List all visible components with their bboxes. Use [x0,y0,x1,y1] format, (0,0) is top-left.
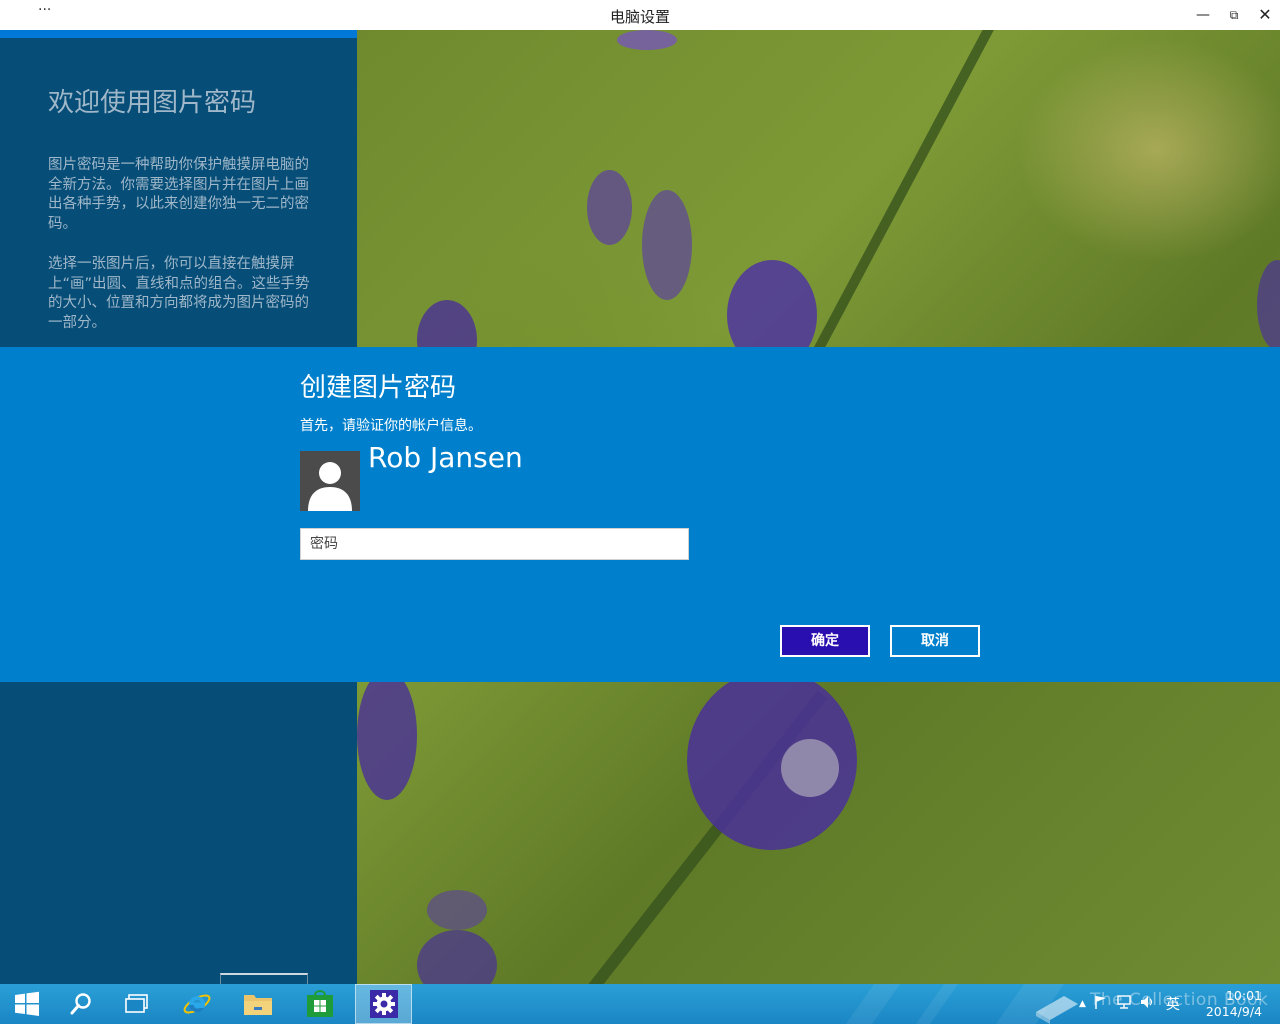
intro-heading: 欢迎使用图片密码 [48,88,257,118]
title-bar: ··· 电脑设置 — ⧉ ✕ [0,0,1280,31]
search-icon[interactable] [54,984,108,1024]
touch-indicator [781,739,839,797]
password-input[interactable] [300,528,689,560]
restore-icon[interactable]: ⧉ [1221,5,1247,25]
windows-start-icon[interactable] [0,984,54,1024]
hidden-window-edge [220,973,308,984]
intro-paragraph-1: 图片密码是一种帮助你保护触摸屏电脑的全新方法。你需要选择图片并在图片上画出各种手… [48,157,309,232]
create-picture-password-dialog: 创建图片密码 首先，请验证你的帐户信息。 Rob Jansen 确定 取消 [0,347,1280,682]
store-icon[interactable] [293,984,347,1024]
book-logo-icon [1030,984,1082,1024]
input-language-indicator[interactable]: 英 [1166,994,1180,1014]
dialog-subtitle: 首先，请验证你的帐户信息。 [300,418,482,434]
tray-overflow-icon[interactable]: ▲ [1079,999,1086,1009]
internet-explorer-icon[interactable] [170,984,224,1024]
settings-gear-icon[interactable] [355,984,412,1024]
minimize-icon[interactable]: — [1190,5,1216,25]
user-name: Rob Jansen [368,441,523,474]
file-explorer-icon[interactable] [231,984,285,1024]
dialog-title: 创建图片密码 [300,373,457,403]
ok-button[interactable]: 确定 [780,625,870,657]
action-center-flag-icon[interactable] [1094,995,1108,1013]
clock-time: 10:01 [1225,988,1262,1003]
clock-date: 2014/9/4 [1205,1004,1262,1019]
clock[interactable]: 10:01 2014/9/4 [1206,988,1262,1020]
intro-paragraph-2: 选择一张图片后，你可以直接在触摸屏上“画”出圆、直线和点的组合。这些手势的大小、… [48,256,310,331]
close-icon[interactable]: ✕ [1252,5,1278,25]
cancel-button[interactable]: 取消 [890,625,980,657]
network-icon[interactable] [1116,995,1132,1013]
accent-strip [0,30,357,38]
task-view-icon[interactable] [110,984,164,1024]
taskbar: The Collection Book ▲ 英 10:01 2014/9/4 [0,984,1280,1024]
user-avatar-icon [300,451,360,511]
window-title: 电脑设置 [609,8,670,26]
volume-icon[interactable] [1140,995,1156,1013]
